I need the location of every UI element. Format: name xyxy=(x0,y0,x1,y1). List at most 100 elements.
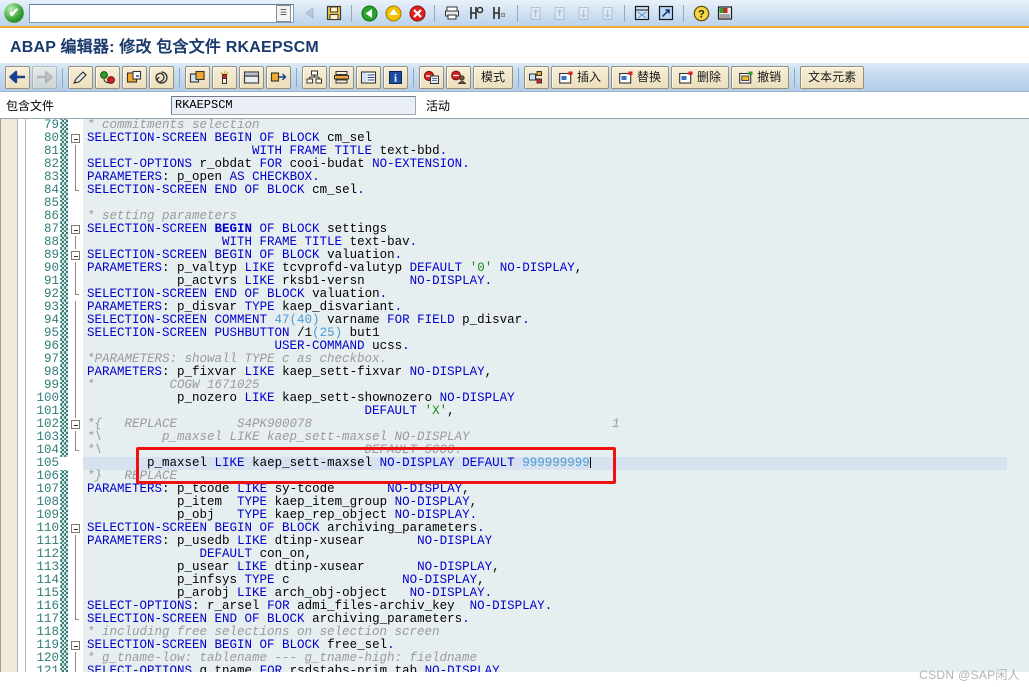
fold-marker xyxy=(68,444,83,457)
line-hatch-marker xyxy=(60,483,68,496)
fold-marker xyxy=(68,457,83,470)
help-icon[interactable]: ? xyxy=(690,3,712,24)
fold-marker[interactable] xyxy=(68,223,83,236)
info-button[interactable]: i xyxy=(383,65,408,89)
code-line[interactable]: 121 SELECT-OPTIONS g_tname FOR rsdstabs-p… xyxy=(26,665,1007,672)
fold-marker[interactable] xyxy=(68,522,83,535)
hierarchy-button[interactable] xyxy=(302,65,327,89)
toolbar-separator xyxy=(62,67,63,87)
fold-marker xyxy=(68,145,83,158)
new-session-icon[interactable] xyxy=(631,3,653,24)
back-arrow-icon[interactable] xyxy=(299,3,321,24)
code-area[interactable]: 79 * commitments selection 80 SELECTION-SCR… xyxy=(26,119,1007,672)
application-toolbar: i 模式 插入 替换 删除 撤销 文本元素 xyxy=(0,62,1029,92)
fold-marker xyxy=(68,392,83,405)
previous-page-icon[interactable] xyxy=(548,3,570,24)
find-next-icon[interactable] xyxy=(489,3,511,24)
code-text[interactable]: p_maxsel LIKE kaep_sett-maxsel NO-DISPLA… xyxy=(83,457,1007,470)
line-hatch-marker xyxy=(60,561,68,574)
green-back-icon[interactable] xyxy=(358,3,380,24)
save-icon[interactable] xyxy=(323,3,345,24)
fold-marker xyxy=(68,379,83,392)
split-screen-button[interactable] xyxy=(239,65,264,89)
fold-marker[interactable] xyxy=(68,418,83,431)
line-hatch-marker xyxy=(60,340,68,353)
line-hatch-marker xyxy=(60,158,68,171)
include-name-input[interactable] xyxy=(171,95,416,115)
code-text[interactable]: SELECTION-SCREEN END OF BLOCK cm_sel. xyxy=(83,184,1007,197)
code-line[interactable]: 84 SELECTION-SCREEN END OF BLOCK cm_sel. xyxy=(26,184,1007,197)
fold-marker xyxy=(68,275,83,288)
where-used-button[interactable] xyxy=(212,65,237,89)
fold-marker[interactable] xyxy=(68,132,83,145)
list-button[interactable] xyxy=(356,65,381,89)
first-page-icon[interactable] xyxy=(524,3,546,24)
line-hatch-marker xyxy=(60,327,68,340)
debug-button[interactable] xyxy=(419,65,444,89)
forward-button[interactable] xyxy=(32,65,57,89)
navigate-button[interactable] xyxy=(266,65,291,89)
insert-button[interactable]: 插入 xyxy=(551,65,610,89)
activate-button[interactable] xyxy=(122,65,147,89)
find-icon[interactable] xyxy=(465,3,487,24)
next-page-icon[interactable] xyxy=(572,3,594,24)
user-debug-button[interactable] xyxy=(446,65,471,89)
replace-icon xyxy=(619,71,633,84)
line-hatch-marker xyxy=(60,574,68,587)
line-hatch-marker xyxy=(60,405,68,418)
mode-button[interactable]: 模式 xyxy=(473,65,514,89)
delete-icon xyxy=(679,71,693,84)
fold-marker[interactable] xyxy=(68,249,83,262)
object-navigator-button[interactable] xyxy=(185,65,210,89)
toolbar-separator xyxy=(624,4,625,22)
fold-marker[interactable] xyxy=(68,639,83,652)
line-hatch-marker xyxy=(60,652,68,665)
line-hatch-marker xyxy=(60,119,68,132)
check-circle-icon[interactable]: ✔ xyxy=(4,3,24,23)
include-label: 包含文件 xyxy=(6,98,55,113)
object-name-row: 包含文件 活动 xyxy=(0,92,1029,118)
line-hatch-marker xyxy=(60,548,68,561)
line-hatch-marker xyxy=(60,639,68,652)
fold-marker xyxy=(68,496,83,509)
back-button[interactable] xyxy=(5,65,30,89)
line-hatch-marker xyxy=(60,210,68,223)
fold-marker xyxy=(68,626,83,639)
page-title-bar: ABAP 编辑器: 修改 包含文件 RKAEPSCM xyxy=(0,28,1029,62)
command-history-icon[interactable]: ☰ xyxy=(276,4,291,22)
toolbar-separator xyxy=(517,4,518,22)
replace-button[interactable]: 替换 xyxy=(611,65,670,89)
display-change-button[interactable] xyxy=(68,65,93,89)
stack-button[interactable] xyxy=(329,65,354,89)
undo-button-label: 撤销 xyxy=(757,70,782,84)
line-hatch-marker xyxy=(60,470,68,483)
page-title: ABAP 编辑器: 修改 包含文件 RKAEPSCM xyxy=(10,39,319,56)
yellow-up-icon[interactable] xyxy=(382,3,404,24)
command-input[interactable]: ☰ xyxy=(29,3,294,23)
line-hatch-marker xyxy=(60,509,68,522)
shortcut-icon[interactable] xyxy=(655,3,677,24)
syntax-check-button[interactable] xyxy=(95,65,120,89)
pattern-button[interactable] xyxy=(149,65,174,89)
undo-button[interactable]: 撤销 xyxy=(731,65,790,89)
line-hatch-marker xyxy=(60,223,68,236)
line-hatch-marker xyxy=(60,496,68,509)
line-hatch-marker xyxy=(60,600,68,613)
line-hatch-marker xyxy=(60,171,68,184)
pattern2-button[interactable] xyxy=(524,65,550,89)
code-text[interactable]: SELECT-OPTIONS g_tname FOR rsdstabs-prim… xyxy=(83,665,1007,672)
code-lines[interactable]: 79 * commitments selection 80 SELECTION-SCR… xyxy=(26,119,1007,672)
delete-button[interactable]: 删除 xyxy=(671,65,730,89)
fold-marker xyxy=(68,236,83,249)
text-elements-button[interactable]: 文本元素 xyxy=(800,65,865,89)
layout-menu-icon[interactable] xyxy=(714,3,736,24)
fold-marker xyxy=(68,327,83,340)
print-icon[interactable] xyxy=(441,3,463,24)
fold-marker xyxy=(68,119,83,132)
red-cancel-icon[interactable] xyxy=(406,3,428,24)
line-hatch-marker xyxy=(60,522,68,535)
line-hatch-marker xyxy=(60,535,68,548)
code-editor[interactable]: 79 * commitments selection 80 SELECTION-SCR… xyxy=(0,118,1029,672)
text-elements-button-label: 文本元素 xyxy=(808,70,857,84)
last-page-icon[interactable] xyxy=(596,3,618,24)
